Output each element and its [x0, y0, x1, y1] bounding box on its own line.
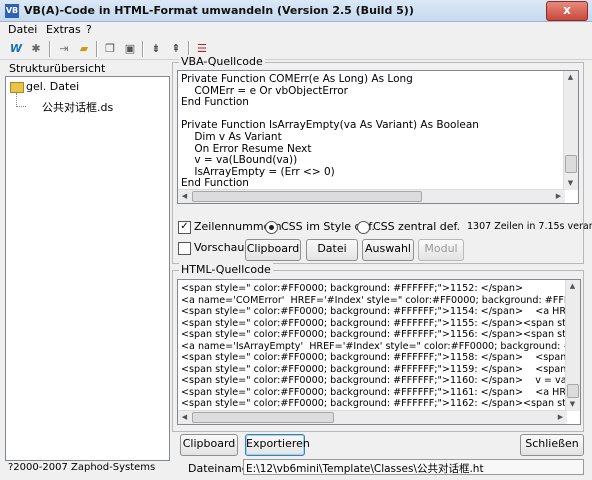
settings-gear-icon[interactable]: ✱ [28, 41, 44, 57]
html-code-line: <span style=" color:#FF0000; background:… [181, 317, 580, 329]
dateiname-field[interactable]: E:\12\vb6mini\Template\Classes\公共对话框.ht [243, 459, 584, 475]
tree-root[interactable]: gel. Datei [26, 80, 79, 93]
vorschau-label: Vorschau [194, 241, 245, 254]
vba-code-line: Private Function COMErr(e As Long) As Lo… [181, 73, 413, 85]
clipboard-export-button[interactable]: Clipboard [180, 434, 238, 456]
vorschau-checkbox[interactable] [178, 242, 191, 255]
html-code-line: <span style=" color:#FF0000; background:… [181, 398, 580, 409]
convert-icon[interactable]: W [8, 41, 24, 57]
vba-label: VBA-Quellcode [179, 55, 265, 68]
copyright-text: ?2000-2007 Zaphod-Systems [8, 462, 156, 473]
title-bar: VB VB(A)-Code in HTML-Format umwandeln (… [0, 0, 592, 22]
vba-code-lines: Private Function COMErr(e As Long) As Lo… [181, 73, 479, 190]
clipboard-import-button[interactable]: Clipboard [245, 239, 301, 261]
html-code-line: <a name='COMError' HREF='#Index' style="… [181, 294, 580, 306]
html-label: HTML-Quellcode [179, 263, 273, 276]
import-icon[interactable]: ⇥ [56, 41, 72, 57]
html-code-line: <a name='IsArrayEmpty' HREF='#Index' sty… [181, 340, 580, 352]
structure-label: Strukturübersicht [9, 62, 106, 75]
css-im-style-radio[interactable] [265, 221, 278, 234]
html-vscroll[interactable]: ▲ ▼ [565, 280, 580, 411]
menu-extras[interactable]: Extras [46, 23, 81, 36]
vba-code-line: v = va(LBound(va)) [181, 154, 298, 167]
html-code-line: <span style=" color:#FF0000; background:… [181, 329, 580, 340]
vba-code-line: Dim v As Variant [181, 130, 282, 143]
close-button[interactable]: x [546, 1, 588, 21]
html-code-area[interactable]: <span style=" color:#FF0000; background:… [177, 279, 581, 425]
datei-button[interactable]: Datei [306, 239, 358, 261]
copy-icon[interactable]: ❐ [102, 41, 118, 57]
vba-code-area[interactable]: Private Function COMErr(e As Long) As Lo… [177, 70, 579, 204]
zeilennummern-checkbox[interactable]: ✓ [178, 221, 191, 234]
html-code-line: <span style=" color:#FF0000; background:… [181, 283, 524, 294]
menu-bar: Datei Extras ? [0, 22, 592, 38]
structure-pane: Strukturübersicht gel. Datei 公共对话框.ds [5, 62, 170, 461]
html-code-line: <span style=" color:#FF0000; background:… [181, 386, 580, 398]
html-code-line: <span style=" color:#FF0000; background:… [181, 352, 580, 363]
html-code-line: <span style=" color:#FF0000; background:… [181, 363, 580, 375]
auswahl-button[interactable]: Auswahl [362, 239, 414, 261]
paste-icon[interactable]: ▣ [122, 41, 138, 57]
window-title: VB(A)-Code in HTML-Format umwandeln (Ver… [24, 4, 414, 17]
tree-child[interactable]: 公共对话框.ds [42, 99, 113, 115]
html-code-lines: <span style=" color:#FF0000; background:… [181, 283, 580, 421]
folder-icon [10, 82, 24, 93]
vba-group: VBA-Quellcode Private Function COMErr(e … [172, 55, 592, 264]
exportieren-button[interactable]: Exportieren [245, 434, 310, 456]
css-zentral-radio[interactable] [357, 221, 370, 234]
schliessen-button[interactable]: Schließen [520, 434, 584, 456]
dateiname-value: E:\12\vb6mini\Template\Classes\公共对话框.ht [246, 463, 484, 475]
vba-code-line: End Function [181, 96, 249, 109]
menu-help[interactable]: ? [86, 23, 92, 36]
toolbar: W ✱ ⇥ ▰ ❐ ▣ ⇟ ⇞ ☰ [0, 38, 592, 60]
indent-icon[interactable]: ⇟ [148, 41, 164, 57]
css-zentral-label: CSS zentral def. [373, 220, 461, 233]
html-group: HTML-Quellcode <span style=" color:#FF00… [172, 263, 584, 432]
html-code-line: <span style=" color:#FF0000; background:… [181, 306, 580, 317]
menu-datei[interactable]: Datei [8, 23, 37, 36]
app-icon: VB [5, 4, 19, 18]
structure-tree[interactable]: gel. Datei 公共对话框.ds [5, 76, 170, 461]
html-hscroll[interactable]: ◀ ▶ [178, 410, 567, 424]
html-code-line: <span style=" color:#FF0000; background:… [181, 375, 580, 386]
open-folder-icon[interactable]: ▰ [76, 41, 92, 57]
modul-button[interactable]: Modul [418, 239, 464, 261]
status-text: 1307 Zeilen in 7.15s verarbeitet [467, 221, 592, 232]
vba-vscroll[interactable]: ▲ ▼ [563, 71, 578, 190]
vba-hscroll[interactable]: ◀ ▶ [178, 189, 565, 203]
